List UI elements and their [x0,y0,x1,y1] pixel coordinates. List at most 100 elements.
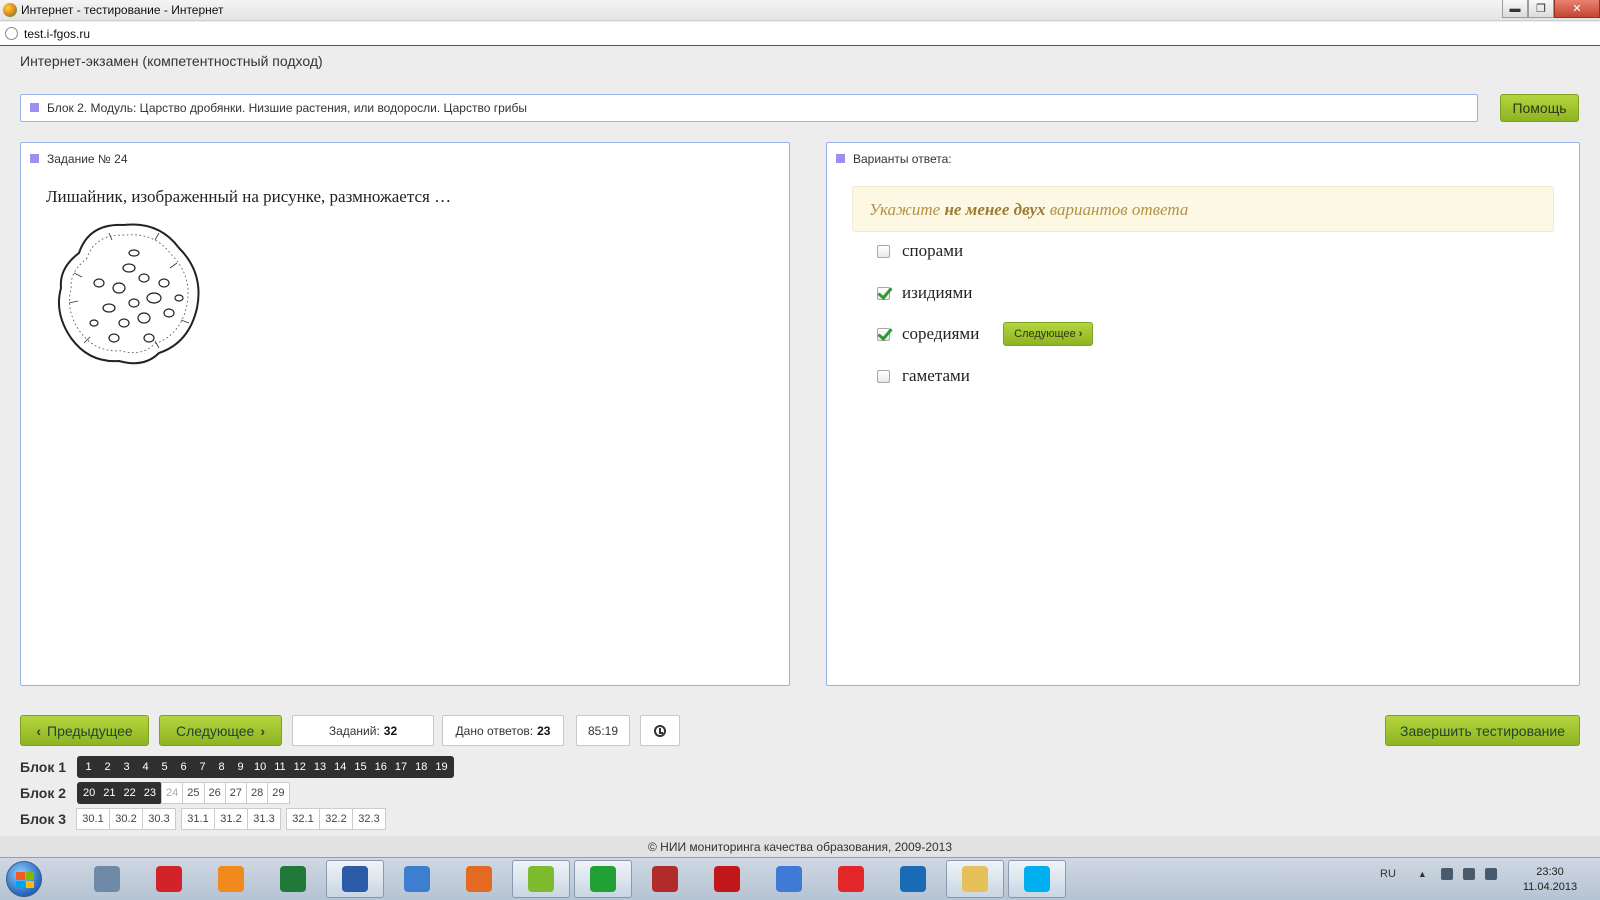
checkbox[interactable] [877,244,890,258]
page-link[interactable]: 7 [193,756,212,778]
page-link[interactable]: 14 [330,756,350,778]
taskbar-app-button[interactable] [822,860,880,898]
page-link[interactable]: 4 [136,756,155,778]
taskbar-app-button[interactable] [512,860,570,898]
clock-button[interactable] [640,715,680,746]
page-link[interactable]: 17 [391,756,411,778]
answer-option-4[interactable]: гаметами [877,365,970,387]
taskbar-app-button[interactable] [698,860,756,898]
inline-next-button[interactable]: Следующее › [1003,322,1094,346]
page-link[interactable]: 30.3 [142,808,176,830]
page-link[interactable]: 2 [98,756,117,778]
page-link[interactable]: 31.2 [214,808,248,830]
page-link[interactable]: 6 [174,756,193,778]
page-link[interactable]: 12 [290,756,310,778]
system-clock[interactable]: 23:30 11.04.2013 [1520,865,1580,895]
maximize-button[interactable]: ❐ [1528,0,1554,18]
page-link[interactable]: 29 [267,782,290,804]
page-link[interactable]: 21 [99,782,119,804]
taskbar: RU ▲ 23:30 11.04.2013 [0,857,1600,900]
finish-test-button[interactable]: Завершить тестирование [1385,715,1580,746]
page-link[interactable]: 32.1 [286,808,320,830]
checkbox[interactable] [877,369,890,383]
page-link[interactable]: 26 [203,782,226,804]
power-icon[interactable] [1484,868,1497,880]
taskbar-app-button[interactable] [326,860,384,898]
square-bullet-icon [836,154,845,163]
page-link[interactable]: 32.3 [352,808,386,830]
page-link[interactable]: 22 [120,782,140,804]
taskbar-app-button[interactable] [388,860,446,898]
page-link[interactable]: 1 [79,756,98,778]
page-link[interactable]: 28 [246,782,269,804]
hint-bold-text: не менее двух [944,200,1046,219]
url-text[interactable]: test.i-fgos.ru [24,27,90,41]
taskbar-app-button[interactable] [574,860,632,898]
clock-date-text: 11.04.2013 [1522,881,1578,893]
language-indicator[interactable]: RU [1380,868,1396,880]
square-bullet-icon [30,154,39,163]
volume-icon[interactable] [1440,868,1453,880]
answer-hint: Укажите не менее двух вариантов ответа [852,186,1554,232]
page-link[interactable]: 27 [224,782,247,804]
page-link[interactable]: 11 [270,756,289,778]
tray-arrow-icon[interactable]: ▲ [1418,869,1427,879]
yandex-icon [838,866,864,892]
page-link[interactable]: 18 [411,756,431,778]
page-link[interactable]: 3 [117,756,136,778]
page-link[interactable]: 32.2 [319,808,353,830]
taskbar-app-button[interactable] [1008,860,1066,898]
page-link[interactable]: 31.1 [181,808,215,830]
help-button[interactable]: Помощь [1500,94,1579,122]
close-button[interactable]: ✕ [1554,0,1600,18]
answer-option-3[interactable]: соредиями Следующее › [877,322,1094,346]
page-link[interactable]: 8 [212,756,231,778]
page-link[interactable]: 30.1 [76,808,110,830]
checkbox-checked[interactable] [877,286,890,300]
page-link[interactable]: 19 [431,756,451,778]
network-icon[interactable] [1462,868,1475,880]
taskbar-app-button[interactable] [78,860,136,898]
answer-option-1[interactable]: спорами [877,240,963,262]
system-tray: RU ▲ [1380,868,1507,880]
page-link[interactable]: 9 [231,756,250,778]
taskbar-app-button[interactable] [636,860,694,898]
word-icon [342,866,368,892]
page-link[interactable]: 30.2 [109,808,143,830]
question-header: Задание № 24 [30,152,128,166]
media-player-icon [218,866,244,892]
taskbar-apps [78,860,1070,898]
page-link[interactable]: 13 [310,756,330,778]
option-label: соредиями [902,324,980,343]
minimize-button[interactable]: ▬ [1502,0,1528,18]
page-link-current[interactable]: 24 [161,782,184,804]
page-link[interactable]: 20 [79,782,99,804]
page-link[interactable]: 23 [140,782,160,804]
taskbar-app-button[interactable] [264,860,322,898]
block-2-pending-pages: 24 25 26 27 28 29 [161,782,290,804]
question-text: Лишайник, изображенный на рисунке, размн… [46,187,452,206]
checkbox-checked[interactable] [877,327,890,341]
answers-header-label: Варианты ответа: [853,152,952,166]
page-link[interactable]: 31.3 [247,808,281,830]
hp-icon [900,866,926,892]
page-link[interactable]: 10 [250,756,270,778]
page-link[interactable]: 5 [155,756,174,778]
answer-option-2[interactable]: изидиями [877,282,972,304]
start-button[interactable] [6,861,42,897]
previous-button[interactable]: ‹ Предыдущее [20,715,149,746]
next-button[interactable]: Следующее › [159,715,282,746]
app-title: Интернет-экзамен (компетентностный подхо… [20,53,323,69]
taskbar-app-button[interactable] [760,860,818,898]
taskbar-app-button[interactable] [946,860,1004,898]
taskbar-app-button[interactable] [140,860,198,898]
page-link[interactable]: 15 [350,756,370,778]
email-icon [776,866,802,892]
taskbar-app-button[interactable] [884,860,942,898]
page-link[interactable]: 16 [371,756,391,778]
taskbar-app-button[interactable] [202,860,260,898]
page-link[interactable]: 25 [182,782,205,804]
mail-agent-icon [590,866,616,892]
block-label: Блок 1 [20,759,67,775]
taskbar-app-button[interactable] [450,860,508,898]
